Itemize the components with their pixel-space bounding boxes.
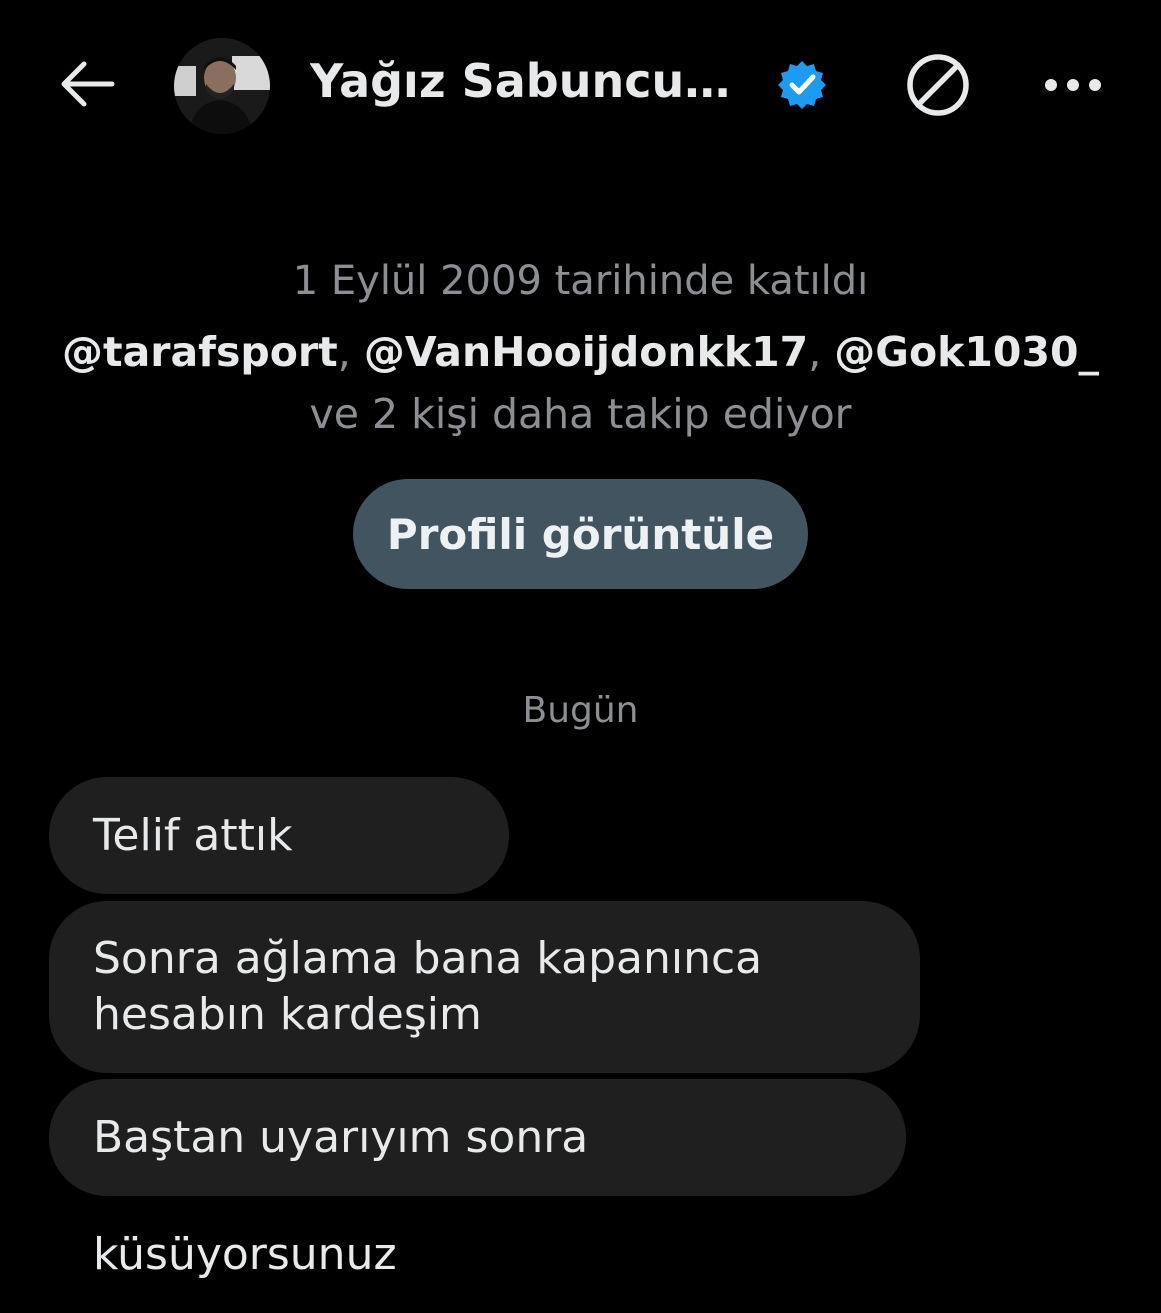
followed-by-more: ve 2 kişi daha takip ediyor <box>309 390 852 438</box>
followed-by-line: @tarafsport, @VanHooijdonkk17, @Gok1030_ <box>0 328 1161 376</box>
message-text-line: Sonra ağlama bana kapanınca <box>93 933 763 984</box>
view-profile-button[interactable]: Profili görüntüle <box>353 479 808 589</box>
follower-handle[interactable]: @tarafsport <box>62 328 338 376</box>
separator: , <box>337 328 364 376</box>
message-text: Baştan uyarıyım sonra küsüyorsunuz <box>93 1112 589 1280</box>
message-text-line: hesabın kardeşim <box>93 989 482 1040</box>
follower-handle[interactable]: @Gok1030_ <box>834 328 1099 376</box>
message-bubble[interactable]: Baştan uyarıyım sonra küsüyorsunuz <box>49 1079 906 1280</box>
avatar-image <box>174 38 270 134</box>
avatar[interactable] <box>174 38 270 134</box>
block-button[interactable] <box>903 50 973 120</box>
more-options-button[interactable] <box>1040 62 1110 108</box>
arrow-left-icon <box>61 61 115 107</box>
message-bubble[interactable]: Sonra ağlama bana kapanınca hesabın kard… <box>49 901 920 1073</box>
follower-handle[interactable]: @VanHooijdonkk17 <box>364 328 808 376</box>
separator: , <box>808 328 835 376</box>
day-separator: Bugün <box>522 690 639 731</box>
more-horizontal-icon <box>1045 79 1101 91</box>
contact-name[interactable]: Yağız Sabuncuo... <box>310 54 750 108</box>
back-button[interactable] <box>54 50 122 118</box>
verified-badge-icon <box>777 60 827 110</box>
joined-date: 1 Eylül 2009 tarihinde katıldı <box>292 258 869 304</box>
conversation-header: Yağız Sabuncuo... <box>0 0 1161 170</box>
message-bubble[interactable]: Telif attık videona <box>49 777 509 978</box>
block-icon <box>907 54 969 116</box>
